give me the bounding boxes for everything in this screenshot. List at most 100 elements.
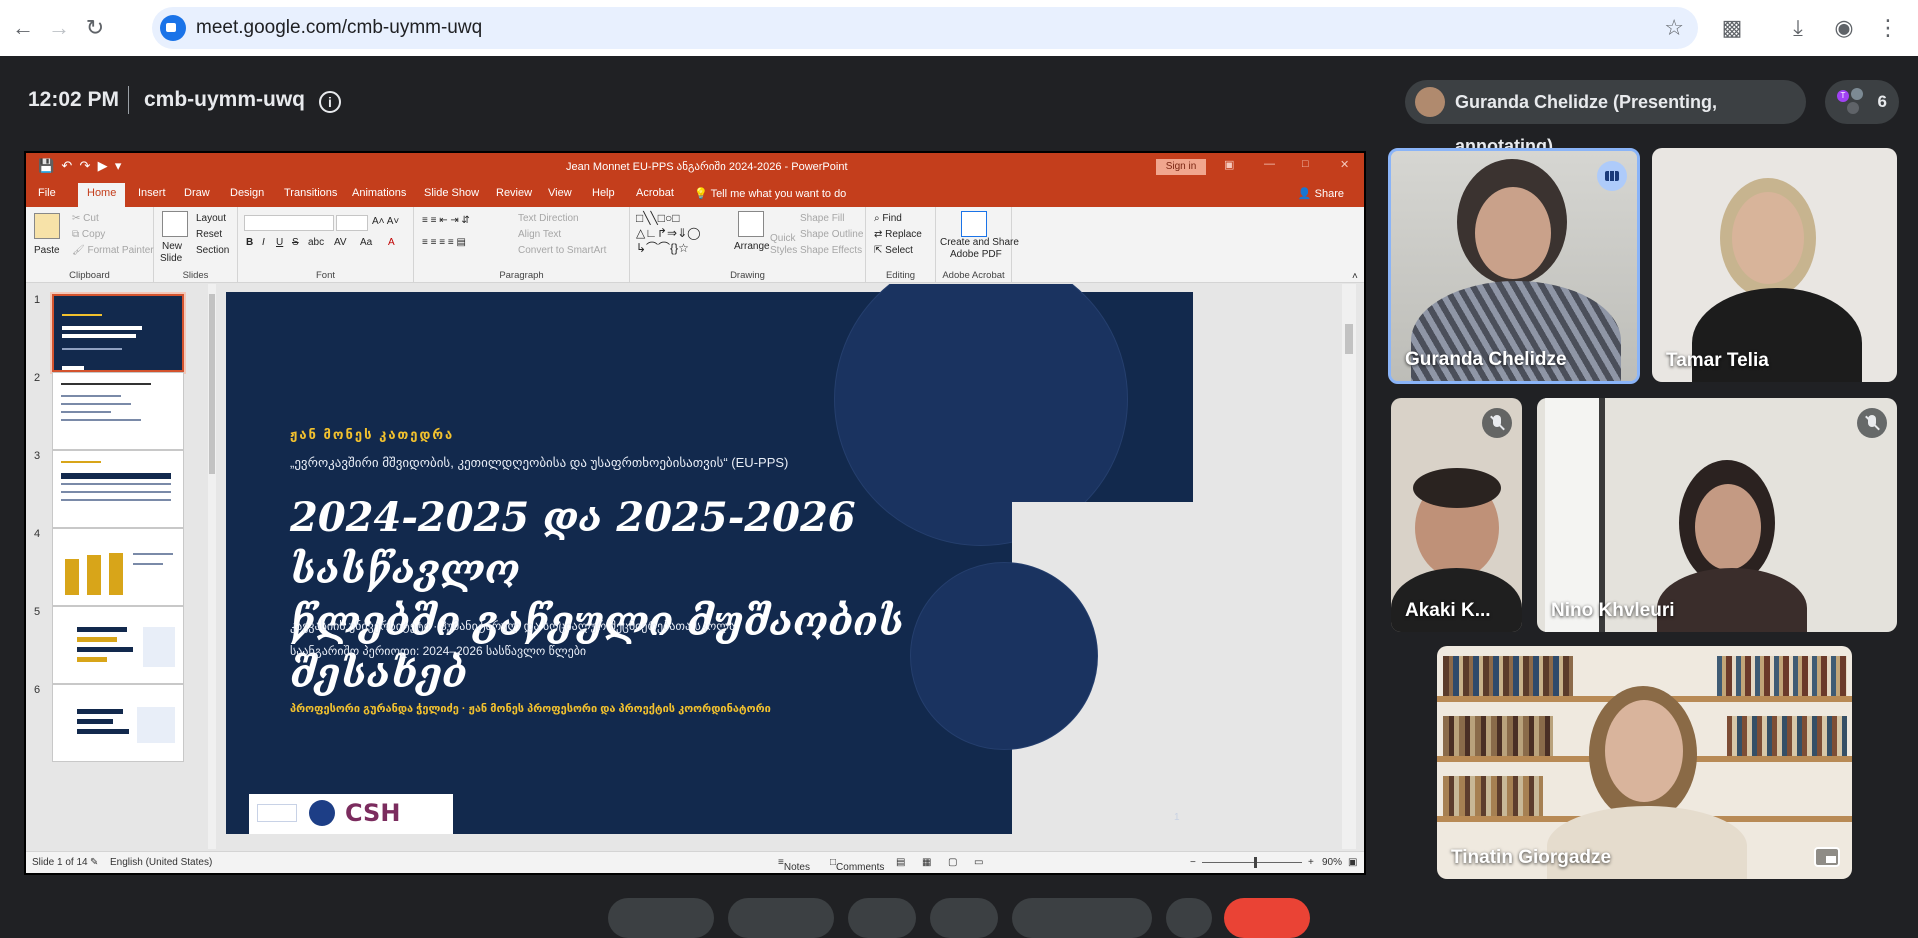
share-button[interactable]: 👤 Share	[1298, 187, 1344, 200]
thumbnail-slide[interactable]: 5	[26, 606, 206, 692]
shape-effects-button[interactable]: Shape Effects	[800, 245, 862, 256]
ribbon-display-icon[interactable]: ▣	[1224, 158, 1234, 171]
editor-scrollbar[interactable]	[1342, 284, 1356, 849]
quick-styles-label-2[interactable]: Styles	[770, 245, 797, 256]
more-menu-icon[interactable]: ⋮	[1872, 12, 1904, 44]
tab-review[interactable]: Review	[496, 187, 532, 199]
scroll-thumb[interactable]	[1345, 324, 1353, 354]
zoom-in-icon[interactable]: +	[1308, 857, 1314, 868]
tab-draw[interactable]: Draw	[184, 187, 210, 199]
char-spacing-button[interactable]: AV	[334, 237, 347, 248]
notes-button[interactable]: ≡ Notes	[778, 857, 810, 873]
extensions-icon[interactable]: ▩	[1716, 12, 1748, 44]
people-button[interactable]: T 6	[1825, 80, 1899, 124]
fit-to-window-icon[interactable]: ▣	[1348, 857, 1357, 868]
url-text[interactable]: meet.google.com/cmb-uymm-uwq	[196, 7, 482, 49]
arrange-icon[interactable]	[738, 211, 764, 237]
comments-button[interactable]: □ Comments	[830, 857, 884, 873]
thumbnail-slide[interactable]: 1	[26, 292, 206, 380]
participant-tile[interactable]: Nino Khvleuri	[1537, 398, 1897, 632]
arrange-button[interactable]: Arrange	[734, 241, 770, 252]
normal-view-icon[interactable]: ▤	[896, 857, 905, 868]
self-view-tile[interactable]: Tinatin Giorgadze	[1437, 646, 1852, 879]
thumbnail-image[interactable]	[50, 292, 186, 374]
create-pdf-icon[interactable]	[961, 211, 987, 237]
thumbnail-slide[interactable]: 6	[26, 684, 206, 770]
font-size-box[interactable]	[336, 215, 368, 231]
format-painter-button[interactable]: 🖌 Format Painter	[72, 245, 154, 256]
zoom-out-icon[interactable]: −	[1190, 857, 1196, 868]
reload-icon[interactable]: ↻	[80, 13, 110, 43]
zoom-level[interactable]: 90%	[1322, 857, 1342, 868]
language-status[interactable]: English (United States)	[110, 857, 212, 868]
tab-view[interactable]: View	[548, 187, 572, 199]
collapse-ribbon-icon[interactable]: ˄	[1352, 271, 1358, 282]
bookmark-star-icon[interactable]: ☆	[1664, 7, 1684, 49]
reset-button[interactable]: Reset	[196, 229, 222, 240]
cut-button[interactable]: ✂ Cut	[72, 213, 99, 224]
find-button[interactable]: ⌕ Find	[874, 213, 902, 224]
strikethrough-button[interactable]: S	[292, 237, 299, 248]
bold-button[interactable]: B	[246, 237, 253, 248]
smartart-button[interactable]: Convert to SmartArt	[518, 245, 606, 256]
more-options-control[interactable]	[1166, 898, 1212, 938]
tab-insert[interactable]: Insert	[138, 187, 166, 199]
zoom-slider-thumb[interactable]	[1254, 857, 1257, 868]
slide-sorter-icon[interactable]: ▦	[922, 857, 931, 868]
thumbnail-image[interactable]	[52, 606, 184, 684]
align-buttons[interactable]: ≡ ≡ ≡ ≡ ▤	[422, 237, 466, 248]
underline-button[interactable]: U	[276, 237, 283, 248]
new-slide-icon[interactable]	[162, 211, 188, 237]
thumbnail-slide[interactable]: 3	[26, 450, 206, 536]
new-slide-label-1[interactable]: New	[162, 241, 182, 252]
thumbnail-slide[interactable]: 2	[26, 372, 206, 458]
participant-tile[interactable]: Tamar Telia	[1652, 148, 1897, 382]
reactions-control[interactable]	[930, 898, 998, 938]
thumbnail-image[interactable]	[52, 528, 184, 606]
font-color-button[interactable]: A	[388, 237, 395, 248]
thumbnail-image[interactable]	[52, 372, 184, 450]
download-icon[interactable]: ⤓	[1782, 12, 1814, 44]
create-share-label-1[interactable]: Create and Share	[940, 237, 1019, 248]
quick-access-toolbar[interactable]: 💾 ↶ ↷ ▶ ▾	[38, 158, 121, 174]
shadow-button[interactable]: abc	[308, 237, 324, 248]
participant-tile[interactable]: Guranda Chelidze	[1388, 148, 1640, 384]
forward-icon[interactable]: →	[44, 13, 74, 43]
font-grow-shrink[interactable]: A˄ A˅	[372, 216, 399, 227]
select-button[interactable]: ⇱ Select	[874, 245, 913, 256]
tab-animations[interactable]: Animations	[352, 187, 406, 199]
back-icon[interactable]: ←	[8, 13, 38, 43]
tab-file[interactable]: File	[38, 187, 56, 199]
tab-home[interactable]: Home	[78, 183, 126, 207]
tab-slide-show[interactable]: Slide Show	[424, 187, 479, 199]
replace-button[interactable]: ⇄ Replace	[874, 229, 922, 240]
tab-help[interactable]: Help	[592, 187, 615, 199]
participant-tile[interactable]: Akaki K...	[1391, 398, 1522, 632]
picture-in-picture-icon[interactable]	[1814, 847, 1840, 867]
layout-button[interactable]: Layout	[196, 213, 226, 224]
tell-me-search[interactable]: 💡 Tell me what you want to do	[694, 187, 846, 200]
reading-view-icon[interactable]: ▢	[948, 857, 957, 868]
change-case-button[interactable]: Aa	[360, 237, 372, 248]
paste-button[interactable]: Paste	[34, 245, 60, 256]
scroll-thumb[interactable]	[209, 294, 215, 474]
font-name-box[interactable]	[244, 215, 334, 231]
maximize-icon[interactable]: □	[1302, 158, 1309, 170]
sign-in-button[interactable]: Sign in	[1156, 159, 1206, 175]
zoom-slider[interactable]	[1202, 862, 1302, 863]
thumbnail-image[interactable]	[52, 450, 184, 528]
paste-icon[interactable]	[34, 213, 60, 239]
thumbnail-image[interactable]	[52, 684, 184, 762]
profile-icon[interactable]: ◉	[1828, 12, 1860, 44]
thumbnails-scrollbar[interactable]	[208, 284, 216, 849]
present-control[interactable]	[1012, 898, 1152, 938]
meeting-info-icon[interactable]: i	[319, 91, 341, 113]
create-share-label-2[interactable]: Adobe PDF	[950, 249, 1002, 260]
copy-button[interactable]: ⧉ Copy	[72, 229, 105, 240]
shape-fill-button[interactable]: Shape Fill	[800, 213, 844, 224]
shapes-gallery[interactable]: □╲╲□○□ △∟↱⇒⇓◯ ↳⌒⌒{}☆	[636, 211, 701, 256]
text-direction-button[interactable]: Text Direction	[518, 213, 579, 224]
align-text-button[interactable]: Align Text	[518, 229, 561, 240]
captions-control[interactable]	[848, 898, 916, 938]
address-bar[interactable]: meet.google.com/cmb-uymm-uwq ☆	[152, 7, 1698, 49]
